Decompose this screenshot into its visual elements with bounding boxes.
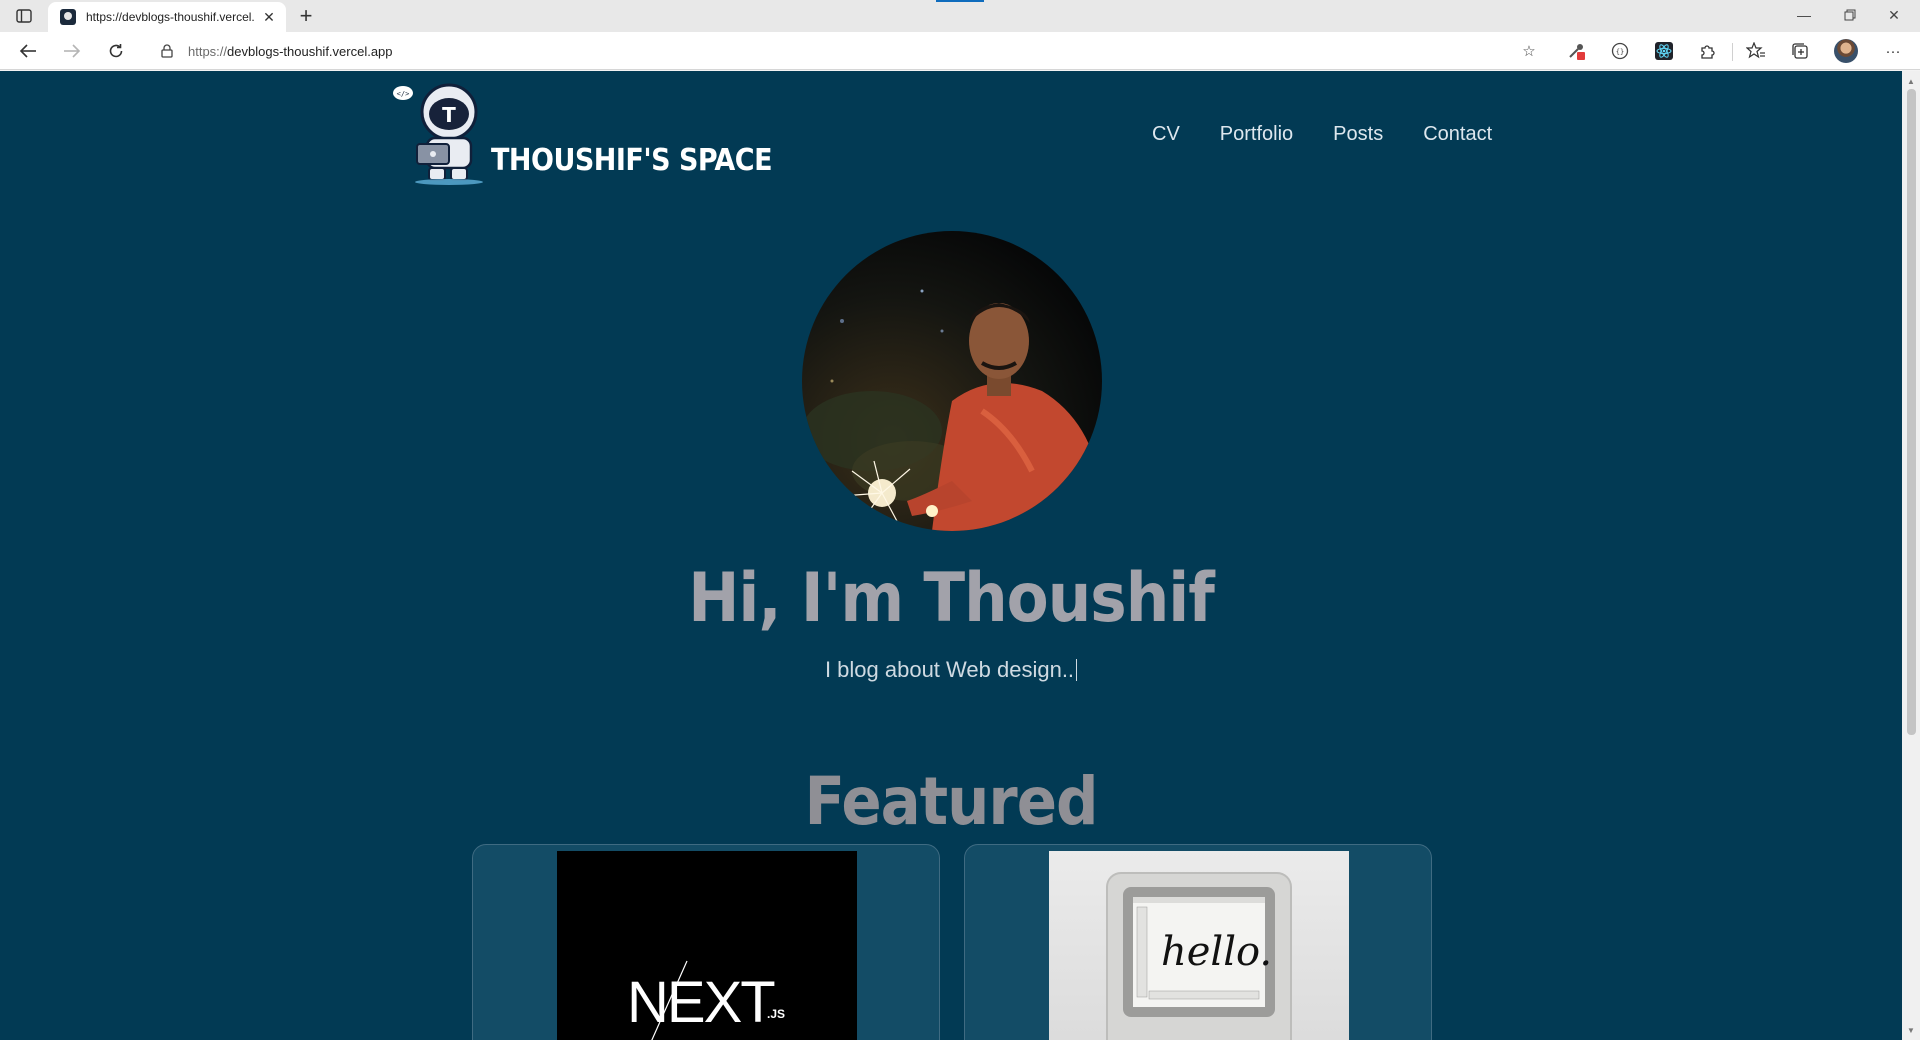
hero-title: Hi, I'm Thoushif — [688, 559, 1215, 638]
url-text[interactable]: https://devblogs-thoushif.vercel.app — [188, 44, 393, 59]
nextjs-logo-text: NEXT — [627, 970, 776, 1035]
browser-toolbar: https://devblogs-thoushif.vercel.app ☆ {… — [0, 32, 1920, 70]
restore-window-icon[interactable] — [1830, 4, 1870, 26]
window-drag-indicator — [936, 0, 984, 2]
hero-subtitle: I blog about Web design.. — [0, 657, 1902, 683]
browser-tab-bar: https://devblogs-thoushif.vercel.app ✕ +… — [0, 0, 1920, 32]
logo-text: THOUSHIF'S SPACE — [491, 143, 773, 178]
logo-initial-text: T — [442, 103, 456, 127]
close-window-icon[interactable]: ✕ — [1874, 4, 1914, 26]
nav-link-cv[interactable]: CV — [1152, 123, 1180, 146]
extension-dropper-icon[interactable] — [1565, 40, 1587, 62]
scroll-up-arrow-icon[interactable]: ▲ — [1902, 73, 1920, 89]
lock-icon[interactable] — [160, 44, 174, 58]
typing-cursor — [1076, 659, 1078, 681]
logo-badge-text: </> — [397, 90, 410, 98]
nav-link-contact[interactable]: Contact — [1423, 123, 1492, 146]
browser-tab-active[interactable]: https://devblogs-thoushif.vercel.app ✕ — [48, 2, 286, 32]
url-host: devblogs-thoushif.vercel.app — [227, 43, 393, 59]
refresh-icon[interactable] — [102, 37, 130, 65]
scrollbar-thumb[interactable] — [1907, 89, 1916, 735]
page-viewport: </> T THOUSHIF'S SPACE CV Portfolio Post… — [0, 71, 1902, 1040]
extension-react-devtools-icon[interactable] — [1653, 40, 1675, 62]
add-favorite-icon[interactable]: ☆ — [1520, 42, 1538, 60]
address-bar[interactable]: https://devblogs-thoushif.vercel.app ☆ — [146, 36, 1546, 66]
site-favicon-icon — [60, 9, 76, 25]
favorites-icon[interactable] — [1745, 40, 1767, 62]
nextjs-logo-suffix: .JS — [767, 1007, 786, 1021]
tab-actions-icon[interactable] — [12, 6, 36, 26]
featured-post-card[interactable]: NEXT .JS — [472, 844, 940, 1040]
svg-text:{}: {} — [1616, 48, 1624, 56]
extensions-puzzle-icon[interactable] — [1697, 40, 1719, 62]
close-tab-icon[interactable]: ✕ — [260, 8, 278, 26]
nextjs-thumbnail: NEXT .JS — [557, 851, 857, 1040]
profile-avatar[interactable] — [1834, 39, 1858, 63]
hero-subtitle-text: I blog about Web design.. — [824, 657, 1075, 682]
site-logo[interactable]: </> T THOUSHIF'S SPACE — [391, 80, 773, 190]
page-scrollbar[interactable]: ▲ ▼ — [1902, 71, 1920, 1040]
minimize-window-icon[interactable]: — — [1784, 4, 1824, 26]
collections-icon[interactable] — [1789, 40, 1811, 62]
tab-title: https://devblogs-thoushif.vercel.app — [86, 10, 254, 24]
back-arrow-icon[interactable] — [14, 37, 42, 65]
featured-heading: Featured — [804, 763, 1099, 840]
nav-link-posts[interactable]: Posts — [1333, 123, 1383, 146]
hello-screen-text: hello. — [1161, 929, 1273, 975]
forward-arrow-icon[interactable] — [58, 37, 86, 65]
featured-post-card[interactable]: hello. — [964, 844, 1432, 1040]
nav-link-portfolio[interactable]: Portfolio — [1220, 123, 1293, 146]
toolbar-separator — [1732, 43, 1733, 61]
extension-code-icon[interactable]: {} — [1609, 40, 1631, 62]
macintosh-thumbnail: hello. — [1049, 851, 1349, 1040]
scroll-down-arrow-icon[interactable]: ▼ — [1902, 1022, 1920, 1038]
main-nav: CV Portfolio Posts Contact — [1152, 123, 1492, 146]
more-options-icon[interactable]: ··· — [1882, 40, 1904, 62]
profile-photo — [802, 231, 1102, 531]
new-tab-button[interactable]: + — [294, 3, 318, 28]
url-scheme: https:// — [188, 43, 228, 59]
astronaut-mascot-icon: </> T — [393, 83, 483, 185]
